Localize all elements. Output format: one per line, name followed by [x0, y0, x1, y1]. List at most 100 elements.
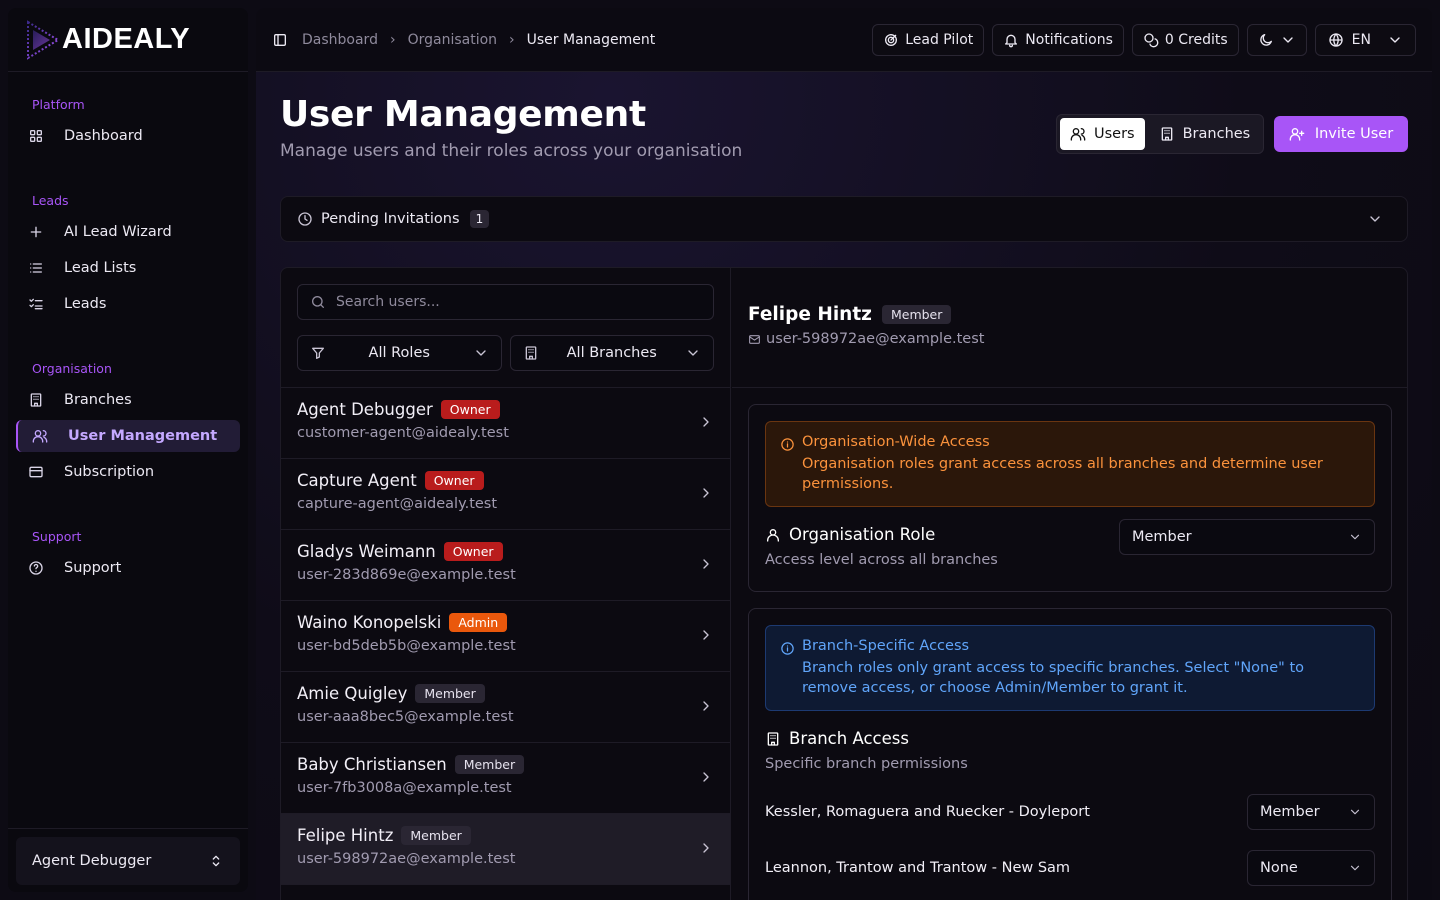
- notifications-label: Notifications: [1025, 31, 1113, 48]
- role-badge: Member: [401, 826, 471, 845]
- bell-icon: [1005, 34, 1018, 47]
- chevron-down-icon: [688, 350, 698, 356]
- credits-button[interactable]: 0 Credits: [1131, 23, 1239, 56]
- chevron-right-icon: [703, 417, 709, 427]
- coins-icon: [1144, 32, 1159, 47]
- brand-logo[interactable]: AIDEALY: [8, 8, 248, 72]
- sidebar-item-lead-lists[interactable]: Lead Lists: [16, 252, 240, 284]
- page-header: User Management Manage users and their r…: [280, 94, 742, 161]
- org-role-select[interactable]: Member: [1119, 519, 1375, 555]
- branch-specific-access-alert: Branch-Specific Access Branch roles only…: [765, 625, 1375, 711]
- group-label: Support: [32, 528, 82, 544]
- chevron-right-icon: [703, 843, 709, 853]
- role-badge: Owner: [440, 400, 500, 419]
- branches-filter-value: All Branches: [566, 345, 657, 361]
- chevron-down-icon: [1370, 216, 1380, 222]
- sidebar-item-label: Branches: [64, 392, 132, 408]
- grid-icon: [29, 130, 42, 142]
- alert-title: Organisation-Wide Access: [802, 434, 990, 450]
- building-icon: [525, 346, 536, 360]
- user-email: user-598972ae@example.test: [297, 851, 516, 867]
- breadcrumb-organisation[interactable]: Organisation: [408, 32, 497, 48]
- theme-toggle[interactable]: [1246, 23, 1307, 56]
- group-label: Organisation: [32, 360, 112, 376]
- alert-body: Branch roles only grant access to specif…: [802, 660, 1304, 696]
- org-role-value: Member: [1132, 529, 1192, 545]
- sidebar-item-support[interactable]: Support: [16, 552, 240, 584]
- user-switcher[interactable]: Agent Debugger: [16, 837, 240, 885]
- table-row[interactable]: Amie Quigley Member user-aaa8bec5@example…: [281, 672, 730, 743]
- top-actions: Lead Pilot Notifications 0 Credits EN: [872, 23, 1416, 56]
- branch-role-value: Member: [1260, 804, 1320, 820]
- user-email: user-7fb3008a@example.test: [297, 780, 512, 796]
- user-name: Felipe Hintz: [297, 826, 394, 845]
- sidebar-item-dashboard[interactable]: Dashboard: [16, 120, 240, 152]
- role-badge: Owner: [443, 542, 503, 561]
- role-badge: Owner: [424, 471, 484, 490]
- sidebar-item-ai-lead-wizard[interactable]: AI Lead Wizard: [16, 216, 240, 248]
- table-row[interactable]: Waino Konopelski Admin user-bd5deb5b@exam…: [281, 601, 730, 672]
- user-name: Agent Debugger: [297, 400, 433, 419]
- building-icon: [30, 393, 42, 407]
- notifications-button[interactable]: Notifications: [992, 23, 1124, 56]
- sidebar: AIDEALY Platform Dashboard Leads AI Lead…: [8, 8, 248, 892]
- roles-filter-value: All Roles: [368, 345, 430, 361]
- sidebar-toggle-icon[interactable]: [272, 32, 288, 48]
- user-email: capture-agent@aidealy.test: [297, 496, 498, 512]
- table-row-selected[interactable]: Felipe Hintz Member user-598972ae@example…: [281, 814, 730, 885]
- table-row[interactable]: Baby Christiansen Member user-7fb3008a@ex…: [281, 743, 730, 814]
- lead-pilot-button[interactable]: Lead Pilot: [872, 23, 985, 56]
- role-badge: Admin: [449, 613, 508, 632]
- brand-name: AIDEALY: [62, 23, 191, 55]
- branches-filter[interactable]: All Branches: [509, 335, 714, 371]
- table-row[interactable]: Gladys Weimann Owner user-283d869e@exampl…: [281, 530, 730, 601]
- sidebar-item-subscription[interactable]: Subscription: [16, 456, 240, 488]
- table-row[interactable]: Agent Debugger Owner customer-agent@aidea…: [281, 388, 730, 459]
- breadcrumb-dashboard[interactable]: Dashboard: [302, 32, 378, 48]
- lead-pilot-label: Lead Pilot: [905, 31, 974, 48]
- roles-filter[interactable]: All Roles: [297, 335, 502, 371]
- search-input[interactable]: Search users...: [297, 284, 714, 320]
- pending-invitations[interactable]: Pending Invitations 1: [280, 196, 1408, 242]
- filter-icon: [312, 347, 324, 359]
- sidebar-item-branches[interactable]: Branches: [16, 384, 240, 416]
- sidebar-item-label: Dashboard: [64, 128, 143, 144]
- user-list-column: Search users... All Roles All Branches A…: [281, 268, 731, 900]
- branch-role-select[interactable]: None: [1247, 850, 1375, 886]
- chevron-right-icon: [703, 559, 709, 569]
- language-select[interactable]: EN: [1314, 23, 1416, 56]
- current-user-name: Agent Debugger: [32, 853, 152, 869]
- detail-user-email: user-598972ae@example.test: [766, 331, 985, 347]
- sidebar-item-label: Support: [64, 560, 122, 576]
- sidebar-item-user-management[interactable]: User Management: [16, 420, 240, 452]
- pending-label: Pending Invitations: [321, 211, 460, 227]
- tab-users[interactable]: Users: [1060, 118, 1145, 150]
- table-row[interactable]: Capture Agent Owner capture-agent@aidealy…: [281, 459, 730, 530]
- tab-branches[interactable]: Branches: [1149, 118, 1261, 150]
- user-name: Capture Agent: [297, 471, 417, 490]
- chevron-right-icon: [703, 772, 709, 782]
- plus-icon: [30, 226, 42, 238]
- sidebar-footer: Agent Debugger: [8, 828, 248, 892]
- target-icon: [885, 33, 898, 46]
- group-label: Platform: [32, 96, 85, 112]
- building-icon: [767, 731, 779, 746]
- role-badge: Member: [454, 755, 525, 774]
- tab-branches-label: Branches: [1182, 126, 1251, 142]
- alert-title: Branch-Specific Access: [802, 638, 970, 654]
- search-icon: [312, 296, 324, 308]
- user-filters: Search users... All Roles All Branches: [281, 268, 730, 388]
- chevron-down-icon: [1350, 809, 1360, 815]
- users-icon: [32, 430, 48, 443]
- invite-user-button[interactable]: Invite User: [1274, 116, 1408, 152]
- pending-count-badge: 1: [469, 210, 490, 228]
- branch-access-title: Branch Access: [789, 729, 909, 748]
- sidebar-item-leads[interactable]: Leads: [16, 288, 240, 320]
- help-circle-icon: [29, 561, 43, 575]
- nav-group-platform: Platform Dashboard: [8, 92, 248, 152]
- topbar: Dashboard › Organisation › User Manageme…: [256, 8, 1432, 72]
- user-email: customer-agent@aidealy.test: [297, 425, 509, 441]
- branch-role-select[interactable]: Member: [1247, 794, 1375, 830]
- credits-label: 0 Credits: [1164, 31, 1228, 48]
- branch-access-card: Branch-Specific Access Branch roles only…: [748, 608, 1392, 900]
